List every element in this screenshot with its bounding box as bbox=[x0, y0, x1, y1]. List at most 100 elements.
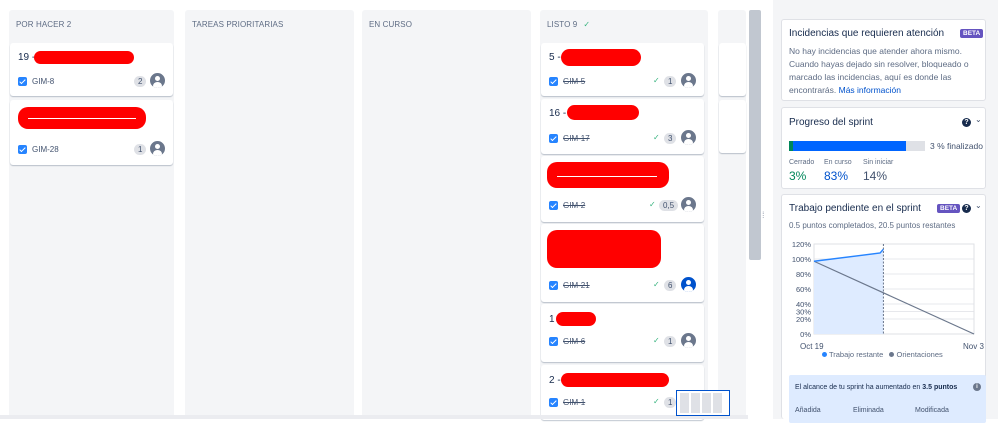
story-points-badge: 0,5 bbox=[659, 200, 679, 211]
redacted-title bbox=[34, 51, 134, 64]
help-icon[interactable]: ? bbox=[962, 204, 971, 213]
issue-key[interactable]: GIM-28 bbox=[32, 145, 59, 154]
story-type-icon bbox=[549, 337, 558, 346]
column-todo: POR HACER 2 19 - GIM-8 2 GIM-28 1 bbox=[9, 10, 174, 419]
issue-title-prefix: 2 - bbox=[549, 375, 561, 386]
story-points-badge: 6 bbox=[664, 280, 677, 291]
sprint-progress-panel: Progreso del sprint ? ⌄ 3 % finalizado C… bbox=[781, 107, 986, 189]
stat-not-started-label: Sin iniciar bbox=[863, 159, 894, 166]
more-info-link[interactable]: Más información bbox=[839, 85, 901, 95]
board-vertical-scrollbar[interactable] bbox=[749, 10, 761, 260]
help-icon[interactable]: ? bbox=[962, 118, 971, 127]
story-points-badge: 3 bbox=[664, 133, 677, 144]
beta-badge: BETA bbox=[937, 204, 961, 213]
issue-card[interactable]: 1 GIM-6 ✓ 1 bbox=[541, 304, 704, 362]
resolved-check-icon: ✓ bbox=[653, 280, 660, 289]
progress-percent-label: 3 % finalizado bbox=[930, 141, 983, 151]
progress-title: Progreso del sprint bbox=[789, 117, 873, 128]
legend-remaining-label: Trabajo restante bbox=[828, 350, 884, 359]
board-minimap[interactable] bbox=[676, 390, 730, 416]
issue-card[interactable]: GIM-2 ✓ 0,5 bbox=[541, 156, 704, 222]
y-tick-label: 20% bbox=[796, 315, 811, 324]
story-points-badge: 1 bbox=[664, 76, 677, 87]
story-type-icon bbox=[549, 281, 558, 290]
issue-key[interactable]: GIM-8 bbox=[32, 77, 54, 86]
y-tick-label: 60% bbox=[796, 285, 811, 294]
sprint-insights-panel: Incidencias que requieren atención BETA … bbox=[773, 0, 998, 423]
issue-card[interactable]: 5 - GIM-5 ✓ 1 bbox=[541, 43, 704, 96]
issue-key[interactable]: GIM-2 bbox=[563, 201, 585, 210]
story-type-icon bbox=[549, 134, 558, 143]
story-points-badge: 1 bbox=[664, 397, 677, 408]
story-type-icon bbox=[549, 398, 558, 407]
resolved-check-icon: ✓ bbox=[653, 133, 660, 142]
remaining-work-area bbox=[814, 249, 884, 334]
column-done-label: LISTO 9 bbox=[547, 20, 578, 29]
stat-in-progress-label: En curso bbox=[824, 159, 852, 166]
issue-title-prefix: 5 - bbox=[549, 52, 561, 63]
assignee-avatar-icon[interactable] bbox=[681, 130, 696, 145]
legend-guideline-label: Orientaciones bbox=[896, 350, 943, 359]
info-icon[interactable]: i bbox=[973, 383, 981, 391]
burndown-title: Trabajo pendiente en el sprint bbox=[789, 203, 921, 214]
redacted-title bbox=[561, 49, 641, 66]
scope-col-modified: Modificada bbox=[915, 407, 949, 414]
stat-not-started-value: 14% bbox=[863, 169, 888, 183]
issue-card[interactable]: GIM-28 1 bbox=[10, 100, 173, 165]
resolved-check-icon: ✓ bbox=[653, 397, 660, 406]
redacted-title bbox=[547, 230, 661, 268]
chevron-down-icon[interactable]: ⌄ bbox=[975, 201, 982, 210]
assignee-avatar-icon[interactable] bbox=[150, 73, 165, 88]
story-type-icon bbox=[18, 145, 27, 154]
issue-card[interactable]: 16 - GIM-17 ✓ 3 bbox=[541, 99, 704, 154]
scope-col-removed: Eliminada bbox=[853, 407, 884, 414]
resolved-check-icon: ✓ bbox=[653, 76, 660, 85]
legend-remaining-dot bbox=[822, 352, 827, 357]
beta-badge: BETA bbox=[960, 29, 984, 38]
chart-legend: Trabajo restante Orientaciones bbox=[822, 350, 943, 359]
redacted-title bbox=[547, 162, 669, 188]
panel-resize-handle-icon[interactable]: ⁞ bbox=[762, 210, 765, 220]
redacted-title bbox=[567, 105, 639, 120]
y-tick-label: 100% bbox=[792, 255, 812, 264]
issue-card[interactable]: GIM-21 ✓ 6 bbox=[541, 224, 704, 302]
assignee-avatar-icon[interactable] bbox=[681, 73, 696, 88]
redacted-line bbox=[557, 176, 657, 177]
y-tick-label: 80% bbox=[796, 270, 811, 279]
issue-key[interactable]: GIM-5 bbox=[563, 77, 585, 86]
chevron-down-icon[interactable]: ⌄ bbox=[975, 115, 982, 124]
issue-card-partial[interactable] bbox=[719, 43, 746, 96]
burndown-subtitle: 0.5 puntos completados, 20.5 puntos rest… bbox=[789, 221, 956, 230]
issue-card[interactable]: 19 - GIM-8 2 bbox=[10, 43, 173, 96]
issue-key[interactable]: GIM-21 bbox=[563, 281, 590, 290]
assignee-avatar-icon[interactable] bbox=[681, 277, 696, 292]
story-points-badge: 2 bbox=[134, 76, 147, 87]
story-points-badge: 1 bbox=[134, 144, 147, 155]
board-horizontal-scrollbar[interactable] bbox=[0, 415, 748, 419]
issue-key[interactable]: GIM-1 bbox=[563, 398, 585, 407]
issue-card-partial[interactable] bbox=[719, 100, 746, 153]
done-check-icon: ✓ bbox=[583, 20, 591, 29]
column-priority: TAREAS PRIORITARIAS bbox=[185, 10, 354, 419]
assignee-avatar-icon[interactable] bbox=[681, 197, 696, 212]
scope-change-text: El alcance de tu sprint ha aumentado en … bbox=[795, 384, 957, 391]
story-points-badge: 1 bbox=[664, 336, 677, 347]
y-tick-label: 120% bbox=[792, 240, 812, 249]
issue-key[interactable]: GIM-17 bbox=[563, 134, 590, 143]
issue-key[interactable]: GIM-6 bbox=[563, 337, 585, 346]
assignee-avatar-icon[interactable] bbox=[150, 141, 165, 156]
column-next-partial bbox=[718, 10, 746, 419]
legend-guideline-dot bbox=[889, 352, 895, 357]
sprint-board: POR HACER 2 19 - GIM-8 2 GIM-28 1 TAREAS… bbox=[0, 0, 770, 420]
burndown-panel: Trabajo pendiente en el sprint BETA ? ⌄ … bbox=[781, 194, 986, 423]
y-tick-label: 0% bbox=[800, 330, 811, 339]
progress-bar-in-progress bbox=[793, 141, 906, 151]
column-done-title: LISTO 9 ✓ bbox=[547, 20, 590, 29]
story-type-icon bbox=[549, 77, 558, 86]
attention-text: No hay incidencias que atender ahora mis… bbox=[789, 45, 979, 97]
column-in-progress-title: EN CURSO bbox=[369, 20, 413, 29]
assignee-avatar-icon[interactable] bbox=[681, 333, 696, 348]
resolved-check-icon: ✓ bbox=[649, 200, 656, 209]
attention-title: Incidencias que requieren atención bbox=[789, 28, 945, 39]
column-todo-title: POR HACER 2 bbox=[16, 20, 72, 29]
